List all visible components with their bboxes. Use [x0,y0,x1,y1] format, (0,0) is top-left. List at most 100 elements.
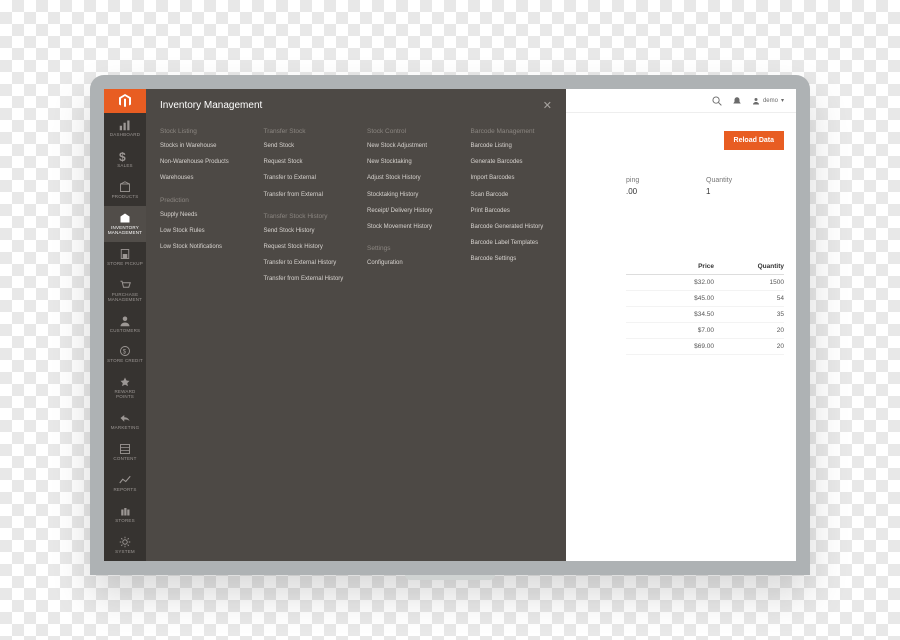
sidebar-item-content[interactable]: Content [104,437,146,468]
mega-menu-item[interactable]: Transfer to External [264,175,346,182]
mega-menu-item[interactable]: Supply Needs [160,212,242,219]
sidebar-item-store-credit[interactable]: $Store Credit [104,339,146,370]
mega-menu-item[interactable]: Transfer from External History [264,276,346,283]
nav-icon [119,376,131,388]
mega-menu-item[interactable]: Configuration [367,260,449,267]
user-name: demo [763,98,778,104]
nav-icon [119,474,131,486]
nav-icon [119,315,131,327]
mega-menu-item[interactable]: Transfer to External History [264,260,346,267]
sidebar-item-stores[interactable]: Stores [104,499,146,530]
mega-menu-item[interactable]: Barcode Listing [471,143,553,150]
sidebar-item-reports[interactable]: Reports [104,468,146,499]
notifications-icon[interactable] [732,96,742,106]
cell-qty: 1500 [744,279,784,286]
mega-menu-item[interactable]: Scan Barcode [471,192,553,199]
close-icon[interactable]: ✕ [543,99,552,112]
sidebar-item-marketing[interactable]: Marketing [104,406,146,437]
svg-text:$: $ [123,350,127,356]
col-header-qty: Quantity [744,263,784,270]
data-table: Price Quantity $32.001500 $45.00 54 $34.503… [626,259,784,355]
mega-menu-item[interactable]: Adjust Stock History [367,175,449,182]
nav-icon [119,212,131,224]
nav-label: System [115,550,135,555]
mega-col-title: Stock Control [367,128,449,135]
nav-icon [119,181,131,193]
mega-menu-item[interactable]: Send Stock History [264,228,346,235]
magento-logo[interactable] [104,89,146,113]
reload-data-button[interactable]: Reload Data [724,131,784,150]
mega-menu-title: Inventory Management [160,100,262,111]
nav-label: Inventory Management [106,226,144,236]
mega-menu-item[interactable]: New Stock Adjustment [367,143,449,150]
sidebar-item-inventory-management[interactable]: Inventory Management [104,206,146,242]
cell-qty: 35 [744,311,784,318]
mega-menu-item[interactable]: Barcode Settings [471,256,553,263]
mega-menu-item[interactable]: Non-Warehouse Products [160,159,242,166]
table-row[interactable]: $45.00 54 [626,291,784,307]
mega-menu-item[interactable]: Stock Movement History [367,224,449,231]
mega-menu-item[interactable]: Send Stock [264,143,346,150]
nav-icon [119,248,131,260]
mega-col-title: Transfer Stock History [264,213,346,220]
table-row[interactable]: $7.0020 [626,323,784,339]
nav-label: Reports [113,488,136,493]
mega-menu-item[interactable]: Request Stock [264,159,346,166]
mega-menu-item[interactable]: Low Stock Rules [160,228,242,235]
mega-menu-item[interactable]: Stocks in Warehouse [160,143,242,150]
table-row[interactable]: $34.5035 [626,307,784,323]
mega-menu-item[interactable]: Receipt/ Delivery History [367,208,449,215]
nav-icon: $ [119,345,131,357]
screen-bezel: Dashboard $Sales Products Inventory Managem… [90,75,810,575]
laptop-mockup: Dashboard $Sales Products Inventory Managem… [90,75,810,565]
nav-label: Content [113,457,136,462]
sidebar-item-store-pickup[interactable]: Store Pickup [104,242,146,273]
nav-label: Products [112,195,139,200]
col-header-price: Price [674,263,714,270]
mega-menu-item[interactable]: Print Barcodes [471,208,553,215]
sidebar-item-customers[interactable]: Customers [104,309,146,340]
sidebar-item-purchase-management[interactable]: Purchase Management [104,273,146,309]
nav-label: Customers [110,329,140,334]
mega-menu-item[interactable]: Barcode Label Templates [471,240,553,247]
table-row[interactable]: $69.0020 [626,339,784,355]
sidebar-item-reward-points[interactable]: Reward Points [104,370,146,406]
mega-menu-item[interactable]: Generate Barcodes [471,159,553,166]
mega-col-title: Transfer Stock [264,128,346,135]
sidebar-item-system[interactable]: System [104,530,146,561]
sidebar-item-products[interactable]: Products [104,175,146,206]
mega-menu-item[interactable]: Low Stock Notifications [160,244,242,251]
mega-menu: Inventory Management ✕ Stock Listing Stoc… [146,89,566,561]
mega-menu-item[interactable]: Import Barcodes [471,175,553,182]
sidebar-item-dashboard[interactable]: Dashboard [104,113,146,144]
mega-menu-item[interactable]: Request Stock History [264,244,346,251]
admin-sidebar: Dashboard $Sales Products Inventory Managem… [104,89,146,561]
mega-col-title: Stock Listing [160,128,242,135]
nav-icon [119,443,131,455]
nav-icon [119,536,131,548]
mega-menu-item[interactable]: Transfer from External [264,192,346,199]
mega-menu-item[interactable]: Barcode Generated History [471,224,553,231]
cell-qty: 54 [744,295,784,302]
nav-icon: $ [119,150,131,162]
cell-price: $45.00 [674,295,714,302]
sidebar-item-sales[interactable]: $Sales [104,144,146,175]
nav-label: Stores [115,519,135,524]
stat-label: Quantity [706,177,746,184]
cell-price: $69.00 [674,343,714,350]
nav-label: Dashboard [110,133,140,138]
mega-menu-item[interactable]: New Stocktaking [367,159,449,166]
mega-menu-item[interactable]: Warehouses [160,175,242,182]
user-menu[interactable]: demo ▾ [752,97,784,105]
stat-value: .00 [626,187,666,196]
chevron-down-icon: ▾ [781,97,784,104]
table-row[interactable]: $32.001500 [626,275,784,291]
mega-col-title: Barcode Management [471,128,553,135]
nav-icon [119,119,131,131]
cell-price: $7.00 [674,327,714,334]
mega-menu-item[interactable]: Stocktaking History [367,192,449,199]
search-icon[interactable] [712,96,722,106]
nav-label: Marketing [111,426,140,431]
nav-label: Reward Points [106,390,144,400]
nav-label: Purchase Management [106,293,144,303]
